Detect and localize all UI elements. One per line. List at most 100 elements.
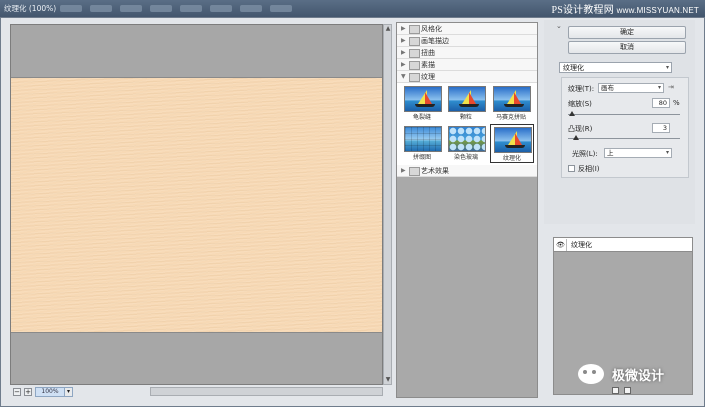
filter-thumb-mosaic-tiles[interactable]: 马赛克拼贴: [490, 84, 532, 121]
watermark-url: www.MISSYUAN.NET: [616, 6, 699, 15]
category-label: 素描: [421, 61, 435, 69]
menu-item-blurred[interactable]: [120, 5, 142, 12]
scale-unit: %: [673, 99, 680, 107]
texture-settings-group: 纹理(T): 画布 ▾ ⇥ 缩放(S) 80 % 凸现(R) 3 光照(L): …: [561, 77, 689, 178]
relief-slider-handle[interactable]: [573, 135, 579, 140]
menu-item-blurred[interactable]: [210, 5, 232, 12]
thumbnail-image: [448, 126, 486, 152]
menu-item-blurred[interactable]: [240, 5, 262, 12]
thumb-label: 染色玻璃: [453, 154, 478, 161]
watermark-top: PS设计教程网 www.MISSYUAN.NET: [551, 1, 699, 16]
thumb-label: 拼缀图: [412, 154, 431, 161]
category-label: 画笔描边: [421, 37, 449, 45]
texture-menu-icon[interactable]: ⇥: [668, 83, 674, 91]
texture-select[interactable]: 画布 ▾: [598, 83, 664, 93]
expand-arrow-icon[interactable]: ▶: [401, 49, 406, 56]
category-sketch[interactable]: ▶ 素描: [397, 59, 537, 71]
watermark-text: PS设计教程网: [551, 5, 614, 16]
category-label: 艺术效果: [421, 167, 449, 175]
collapse-arrow-icon[interactable]: ▼: [401, 73, 406, 80]
category-label: 扭曲: [421, 49, 435, 57]
thumbnail-image: [404, 86, 442, 112]
folder-icon: [409, 25, 420, 34]
zoom-field[interactable]: 100%: [35, 387, 65, 397]
expand-arrow-icon[interactable]: ▶: [401, 37, 406, 44]
folder-icon: [409, 49, 420, 58]
scale-slider-track[interactable]: [568, 114, 680, 115]
thumbnail-image: [404, 126, 442, 152]
title-bar: 纹理化 (100%) PS设计教程网 www.MISSYUAN.NET: [0, 0, 705, 17]
relief-slider-track[interactable]: [568, 138, 680, 139]
relief-input[interactable]: 3: [652, 123, 670, 133]
wechat-logo-icon: [578, 364, 604, 384]
effect-layer-row[interactable]: 👁 纹理化: [554, 238, 692, 252]
relief-label: 凸现(R): [568, 125, 593, 133]
menu-item-blurred[interactable]: [60, 5, 82, 12]
light-label: 光照(L):: [572, 150, 598, 158]
scroll-down-icon[interactable]: ▼: [385, 377, 391, 383]
filter-thumb-craquelure[interactable]: 龟裂缝: [401, 84, 443, 121]
chevron-down-icon: ▾: [657, 84, 661, 91]
category-artistic[interactable]: ▶ 艺术效果: [397, 165, 537, 177]
eye-icon[interactable]: 👁: [555, 239, 567, 251]
menu-item-blurred[interactable]: [150, 5, 172, 12]
filter-gallery: ▶ 风格化 ▶ 画笔描边 ▶ 扭曲 ▶ 素描 ▼ 纹理 龟裂缝 颗粒 马赛克拼贴…: [396, 22, 538, 398]
folder-icon: [409, 167, 420, 176]
collapse-icon[interactable]: ⌄: [556, 22, 562, 30]
filter-thumb-texturizer[interactable]: 纹理化: [490, 124, 534, 163]
invert-label: 反相(I): [578, 165, 600, 173]
watermark-bottom-text: 极微设计: [612, 369, 665, 384]
filter-thumb-stained-glass[interactable]: 染色玻璃: [445, 124, 487, 161]
expand-arrow-icon[interactable]: ▶: [401, 25, 406, 32]
category-texture[interactable]: ▼ 纹理: [397, 71, 537, 83]
category-stylize[interactable]: ▶ 风格化: [397, 23, 537, 35]
zoom-dropdown-icon[interactable]: ▾: [64, 387, 73, 397]
texture-canvas: [11, 77, 382, 333]
zoom-in-button[interactable]: +: [24, 388, 32, 396]
category-brush-strokes[interactable]: ▶ 画笔描边: [397, 35, 537, 47]
preview-area[interactable]: [10, 24, 383, 385]
filter-select[interactable]: 纹理化 ▾: [559, 62, 672, 73]
filter-select-value: 纹理化: [563, 64, 584, 72]
cancel-button[interactable]: 取消: [568, 41, 686, 54]
effect-layer-name: 纹理化: [571, 241, 592, 249]
ok-button[interactable]: 确定: [568, 26, 686, 39]
thumbnail-image: [494, 127, 532, 153]
invert-checkbox[interactable]: [568, 165, 575, 172]
scale-input[interactable]: 80: [652, 98, 670, 108]
zoom-out-button[interactable]: −: [13, 388, 21, 396]
thumbnail-image: [448, 86, 486, 112]
category-distort[interactable]: ▶ 扭曲: [397, 47, 537, 59]
menu-item-blurred[interactable]: [90, 5, 112, 12]
thumbnail-image: [493, 86, 531, 112]
menu-item-blurred[interactable]: [180, 5, 202, 12]
chevron-down-icon: ▾: [665, 149, 669, 156]
thumb-label: 马赛克拼贴: [495, 114, 526, 121]
expand-arrow-icon[interactable]: ▶: [401, 61, 406, 68]
scroll-up-icon[interactable]: ▲: [385, 26, 391, 32]
filter-thumb-grain[interactable]: 颗粒: [445, 84, 487, 121]
scale-slider-handle[interactable]: [569, 111, 575, 116]
window-title: 纹理化 (100%): [4, 4, 57, 13]
folder-icon: [409, 61, 420, 70]
light-value: 上: [607, 149, 614, 157]
folder-icon: [409, 37, 420, 46]
thumb-label: 纹理化: [502, 155, 521, 162]
watermark-bottom: 极微设计: [578, 360, 688, 390]
preview-vertical-scrollbar[interactable]: ▲ ▼: [383, 24, 392, 385]
texture-value: 画布: [601, 84, 614, 92]
folder-open-icon: [409, 73, 420, 82]
filter-thumb-patchwork[interactable]: 拼缀图: [401, 124, 443, 161]
chevron-down-icon: ▾: [665, 64, 669, 71]
texture-label: 纹理(T):: [568, 85, 595, 93]
scale-label: 缩放(S): [568, 100, 592, 108]
expand-arrow-icon[interactable]: ▶: [401, 167, 406, 174]
menu-item-blurred[interactable]: [270, 5, 292, 12]
category-label: 纹理: [421, 73, 435, 81]
preview-horizontal-scrollbar[interactable]: [150, 387, 383, 396]
category-label: 风格化: [421, 25, 442, 33]
thumb-label: 龟裂缝: [412, 114, 431, 121]
thumb-label: 颗粒: [459, 114, 472, 121]
light-select[interactable]: 上 ▾: [604, 148, 672, 158]
filter-category-list: ▶ 风格化 ▶ 画笔描边 ▶ 扭曲 ▶ 素描 ▼ 纹理 龟裂缝 颗粒 马赛克拼贴…: [397, 23, 537, 177]
